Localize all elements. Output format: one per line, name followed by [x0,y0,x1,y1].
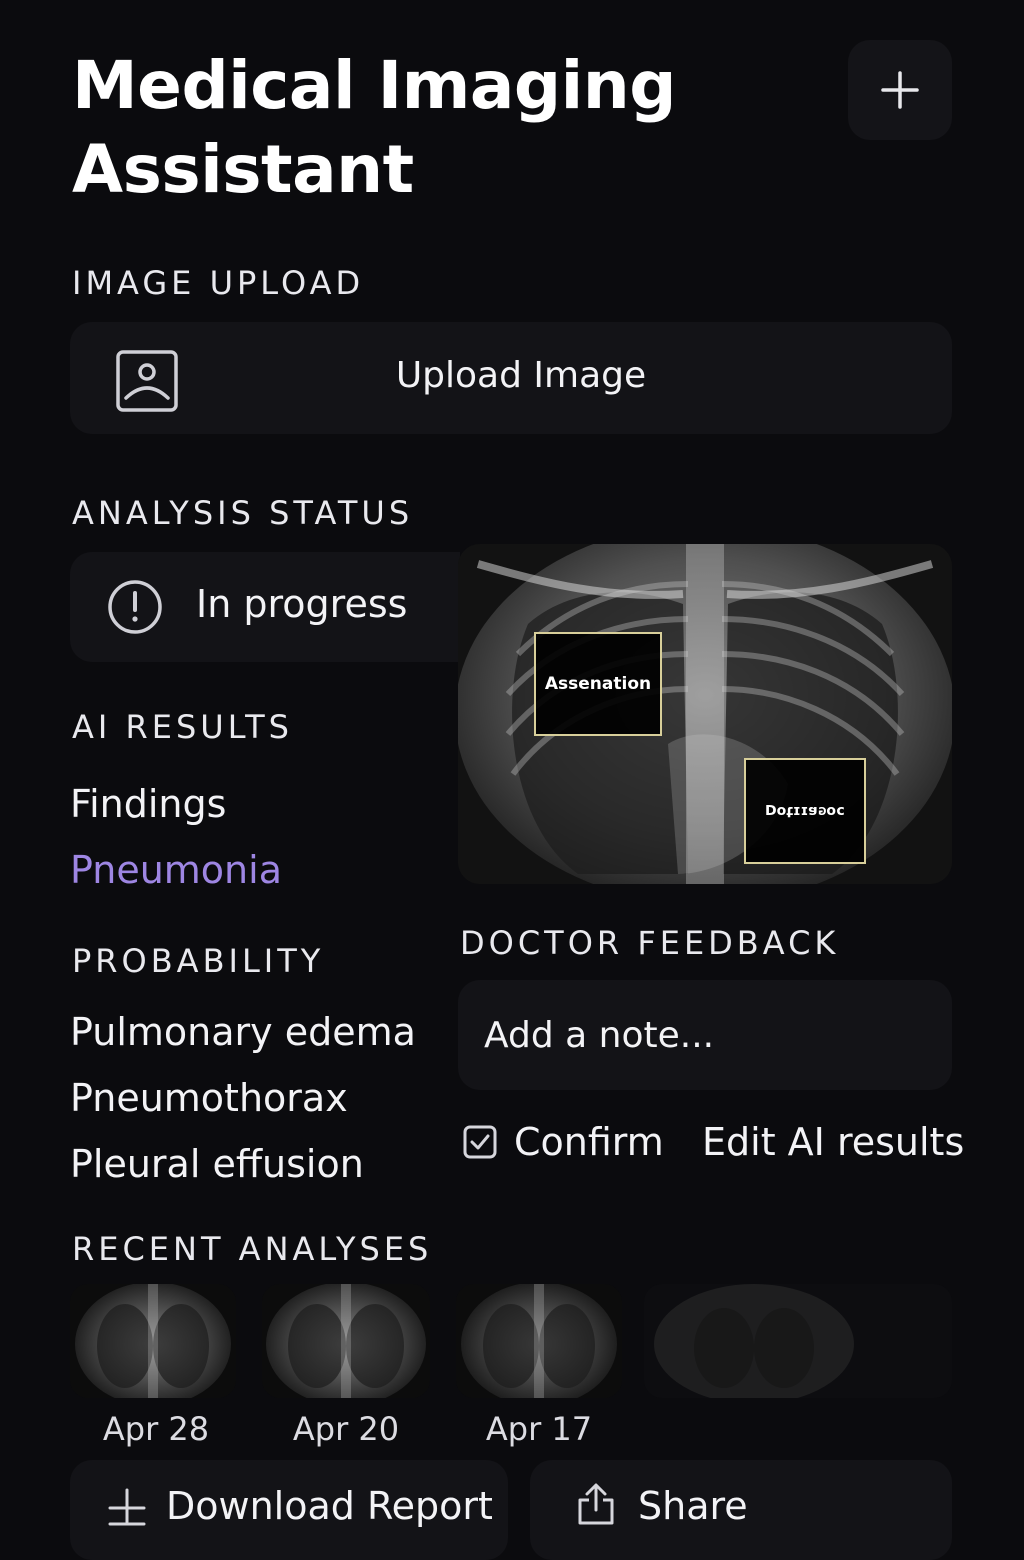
findings-value[interactable]: Pneumonia [70,848,282,892]
recent-analysis-date: Apr 20 [292,1410,400,1448]
download-report-label: Download Report [166,1484,493,1528]
upload-image-label: Upload Image [395,355,647,396]
confirm-label: Confirm [514,1120,664,1164]
recent-analysis-thumbnail[interactable] [456,1284,622,1398]
chest-xray-image [458,544,952,884]
xray-thumbnail-image [262,1284,430,1398]
annotation-box-1[interactable]: Assenation [534,632,662,736]
download-report-button[interactable]: Download Report [70,1460,508,1560]
share-icon [578,1483,614,1525]
page-title-line-2: Assistant [72,131,414,208]
recent-analyses-heading: RECENT ANALYSES [72,1230,433,1268]
analysis-status-card: In progress [70,552,460,662]
new-analysis-button[interactable] [848,40,952,140]
xray-thumbnail-image [70,1284,236,1398]
recent-analysis-thumbnail[interactable] [70,1284,236,1398]
share-button[interactable]: Share [530,1460,952,1560]
download-icon [108,1488,146,1526]
plus-icon [881,71,919,109]
analysis-status-heading: ANALYSIS STATUS [72,494,414,532]
recent-analysis-date: Apr 28 [102,1410,210,1448]
probability-item: Pleural effusion [70,1142,364,1186]
share-label: Share [638,1484,748,1528]
probability-heading: PROBABILITY [72,942,325,980]
findings-label: Findings [70,782,227,826]
analysis-status-value: In progress [196,582,408,626]
image-upload-heading: IMAGE UPLOAD [72,264,365,302]
checkbox-icon [463,1125,497,1159]
xray-thumbnail-image [644,1284,952,1398]
recent-analysis-date: Apr 17 [485,1410,593,1448]
annotation-label-2: ɔoɢɐɪɪʇoꓷ [765,803,845,819]
xray-viewer[interactable]: Assenation ɔoɢɐɪɪʇoꓷ [458,544,952,884]
alert-circle-icon [108,580,162,634]
probability-item: Pneumothorax [70,1076,348,1120]
probability-item: Pulmonary edema [70,1010,416,1054]
confirm-button[interactable]: Confirm [462,1116,664,1168]
page-title-line-1: Medical Imaging [72,47,677,124]
edit-ai-results-button[interactable]: Edit AI results [702,1116,964,1168]
recent-analysis-thumbnail[interactable] [262,1284,430,1398]
recent-analysis-thumbnail[interactable] [644,1284,952,1398]
upload-image-button[interactable]: Upload Image [70,322,952,434]
page-title: Medical Imaging Assistant [72,44,792,212]
doctor-feedback-heading: DOCTOR FEEDBACK [460,924,840,962]
doctor-note-input[interactable] [458,980,952,1090]
xray-thumbnail-image [456,1284,622,1398]
ai-results-heading: AI RESULTS [72,708,293,746]
annotation-label-1: Assenation [544,674,652,694]
annotation-box-2[interactable]: ɔoɢɐɪɪʇoꓷ [744,758,866,864]
